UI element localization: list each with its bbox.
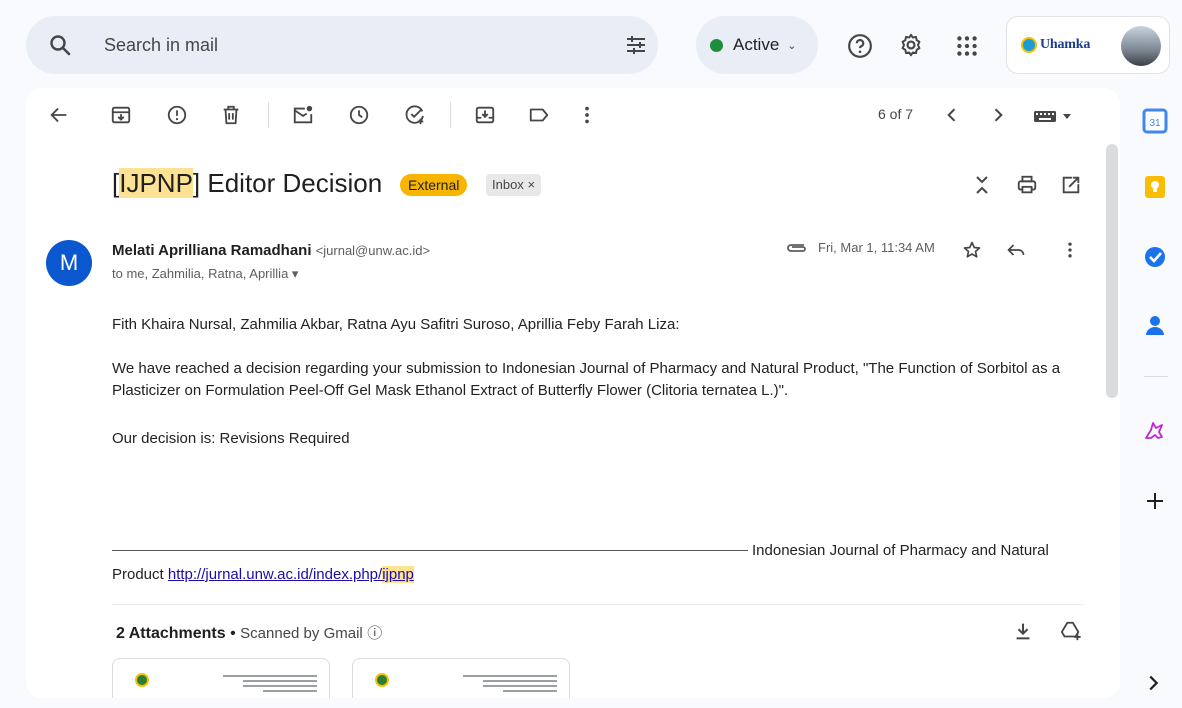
toolbar-divider	[450, 102, 451, 128]
search-input[interactable]	[104, 30, 584, 60]
chevron-down-icon: ⌄	[787, 39, 797, 52]
more-vertical-icon[interactable]	[576, 104, 598, 126]
attachment-paperclip-icon	[787, 244, 806, 252]
search-options-icon[interactable]	[624, 33, 648, 57]
move-to-icon[interactable]	[474, 104, 496, 126]
journal-logo-icon	[135, 673, 149, 687]
apps-grid-icon[interactable]	[954, 33, 980, 59]
chevron-left-icon[interactable]	[942, 105, 962, 125]
signature-journal: Indonesian Journal of Pharmacy and Natur…	[752, 542, 1049, 559]
print-icon[interactable]	[1016, 174, 1038, 196]
sender-avatar[interactable]: M	[46, 240, 92, 286]
sender-email: <jurnal@unw.ac.id>	[315, 243, 431, 258]
get-addons-plus-icon[interactable]	[1142, 488, 1168, 514]
top-bar: Active ⌄ Uhamka	[0, 0, 1182, 88]
message-more-vertical-icon[interactable]	[1060, 240, 1080, 260]
signature-product: Product http://jurnal.unw.ac.id/index.ph…	[112, 566, 414, 583]
sender-info: Melati Aprilliana Ramadhani <jurnal@unw.…	[112, 242, 430, 259]
external-badge: External	[400, 174, 468, 196]
info-icon[interactable]: ⓘ	[367, 625, 382, 642]
remove-label-close-icon[interactable]: ×	[527, 177, 535, 192]
calendar-icon[interactable]: 31	[1142, 108, 1168, 134]
download-all-icon[interactable]	[1012, 620, 1034, 642]
add-to-tasks-icon[interactable]	[404, 104, 426, 126]
open-in-new-window-icon[interactable]	[1060, 174, 1082, 196]
sender-name[interactable]: Melati Aprilliana Ramadhani	[112, 242, 312, 259]
label-tag-icon[interactable]	[528, 104, 550, 126]
account-switcher[interactable]: Uhamka	[1006, 16, 1170, 74]
organization-logo: Uhamka	[1021, 37, 1090, 53]
side-panel-divider	[1144, 376, 1168, 377]
status-dot-icon	[710, 38, 723, 52]
snooze-clock-icon[interactable]	[348, 104, 370, 126]
search-icon[interactable]	[48, 33, 72, 57]
attachment-thumbnail[interactable]	[352, 658, 570, 698]
star-icon[interactable]	[962, 240, 982, 260]
body-paragraph: We have reached a decision regarding you…	[112, 360, 1061, 399]
mark-unread-icon[interactable]	[292, 104, 314, 126]
back-arrow-icon[interactable]	[48, 104, 70, 126]
body-greeting: Fith Khaira Nursal, Zahmilia Akbar, Ratn…	[112, 316, 680, 333]
attachments-divider	[112, 604, 1084, 605]
pagination-count: 6 of 7	[878, 106, 914, 122]
message-date: Fri, Mar 1, 11:34 AM	[818, 240, 935, 255]
search-highlight: ijpnp	[382, 566, 414, 583]
chevron-right-icon[interactable]	[988, 105, 1008, 125]
status-selector[interactable]: Active ⌄	[696, 16, 818, 74]
journal-logo-icon	[375, 673, 389, 687]
journal-link[interactable]: http://jurnal.unw.ac.id/index.php/ijpnp	[168, 566, 414, 583]
status-label: Active	[733, 35, 780, 54]
recipients-dropdown[interactable]: to me, Zahmilia, Ratna, Aprillia ▾	[112, 266, 298, 282]
body-decision: Our decision is: Revisions Required	[112, 430, 350, 447]
signature-divider	[112, 550, 748, 551]
expand-panel-chevron-icon[interactable]	[1142, 672, 1164, 694]
inbox-label-chip[interactable]: Inbox ×	[486, 174, 542, 196]
attachments-header: 2 Attachments • Scanned by Gmail ⓘ	[116, 625, 383, 642]
settings-gear-icon[interactable]	[898, 32, 924, 58]
contacts-icon[interactable]	[1142, 312, 1168, 338]
collapse-all-icon[interactable]	[972, 174, 992, 196]
side-panel: 31	[1130, 88, 1182, 708]
account-avatar[interactable]	[1121, 26, 1161, 66]
message-scrollbar[interactable]	[1106, 144, 1118, 398]
caret-down-icon[interactable]: ▾	[292, 266, 299, 281]
attachment-thumbnail[interactable]	[112, 658, 330, 698]
search-highlight: IJPNP	[119, 168, 193, 198]
tasks-icon[interactable]	[1142, 244, 1168, 270]
uhamka-logo-icon	[1021, 37, 1037, 53]
help-icon[interactable]	[847, 33, 873, 59]
add-to-drive-icon[interactable]	[1060, 620, 1082, 642]
archive-icon[interactable]	[110, 104, 132, 126]
message-panel: 6 of 7 [IJPNP] Editor Decision External …	[26, 88, 1120, 698]
toolbar-divider	[268, 102, 269, 128]
delete-trash-icon[interactable]	[220, 104, 242, 126]
keep-notes-icon[interactable]	[1142, 174, 1168, 200]
reply-icon[interactable]	[1006, 240, 1026, 260]
message-subject: [IJPNP] Editor Decision	[112, 168, 383, 198]
report-spam-icon[interactable]	[166, 104, 188, 126]
calendar-day-label: 31	[1149, 118, 1161, 129]
input-tools-keyboard-icon[interactable]	[1030, 105, 1078, 125]
addon-unicorn-icon[interactable]	[1142, 418, 1168, 444]
search-bar[interactable]	[26, 16, 658, 74]
